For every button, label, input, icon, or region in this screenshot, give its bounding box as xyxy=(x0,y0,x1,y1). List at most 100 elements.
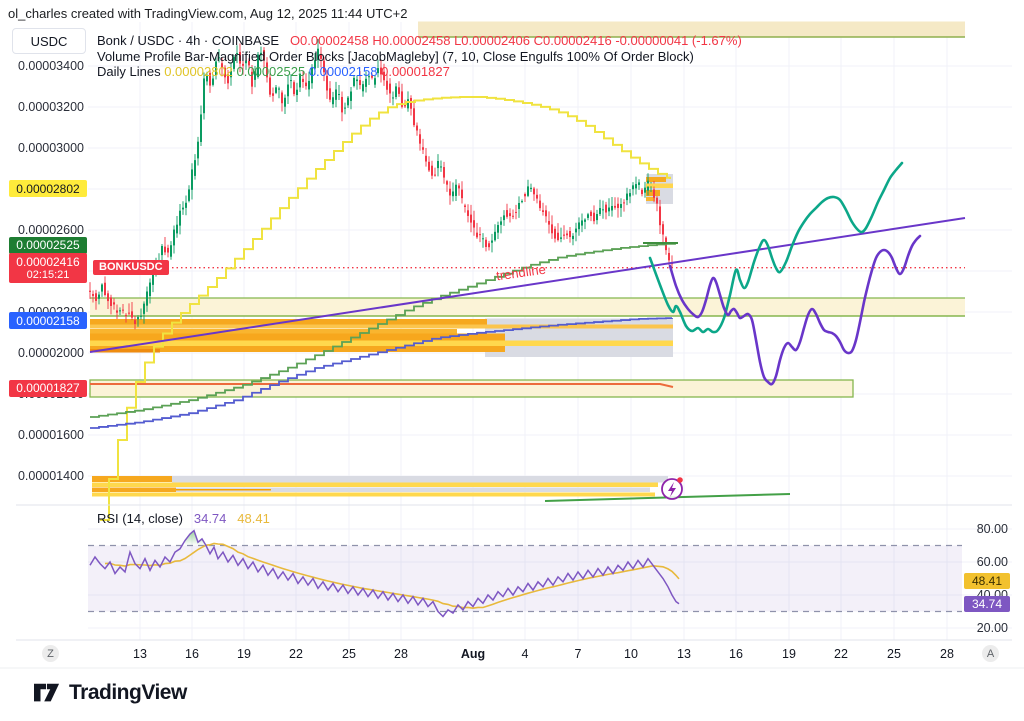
rsi-title[interactable]: RSI (14, close) xyxy=(97,511,183,526)
rsi-value: 34.74 xyxy=(194,511,227,526)
time-axis-tick: 19 xyxy=(782,647,796,661)
candle-body xyxy=(431,166,433,176)
price-axis-label: 0.00002600 xyxy=(0,223,84,237)
candle-body xyxy=(203,78,205,113)
candle-body xyxy=(170,245,172,257)
candle-body xyxy=(608,208,610,212)
rsi-legend[interactable]: RSI (14, close) 34.74 48.41 xyxy=(97,511,270,526)
candle-body xyxy=(590,212,592,216)
candle-body xyxy=(176,225,178,234)
candle-body xyxy=(296,90,298,95)
candle-body xyxy=(212,78,214,84)
volume-profile-bar xyxy=(172,476,668,483)
zone-band xyxy=(90,298,965,316)
daily-line-value: 0.00001827 xyxy=(378,64,450,79)
time-axis-tick: 28 xyxy=(940,647,954,661)
candle-body xyxy=(632,185,634,189)
candle-body xyxy=(461,190,463,199)
symbol-search-button[interactable]: USDC xyxy=(12,28,86,54)
candle-body xyxy=(560,237,562,239)
volume-profile-bar xyxy=(90,329,457,334)
volume-profile-bar xyxy=(92,493,655,497)
tradingview-published-chart: ol_charles created with TradingView.com,… xyxy=(0,0,1024,721)
candle-body xyxy=(128,313,130,314)
candle-body xyxy=(449,189,451,196)
time-axis-tick: 13 xyxy=(133,647,147,661)
volume-profile-bar xyxy=(92,483,658,488)
candle-body xyxy=(338,94,340,95)
time-axis-right-marker: A xyxy=(982,645,999,662)
legend-symbol-title[interactable]: Bonk / USDC · 4h · COINBASE xyxy=(97,33,279,48)
candle-body xyxy=(494,232,496,240)
candle-body xyxy=(107,293,109,301)
price-axis-badge: 0.00002802 xyxy=(9,180,87,197)
candle-body xyxy=(389,84,391,94)
candle-body xyxy=(569,231,571,237)
candle-body xyxy=(503,215,505,220)
symbol-price-label: BONKUSDC xyxy=(93,260,169,275)
rsi-ma-value: 48.41 xyxy=(237,511,270,526)
candle-body xyxy=(101,284,103,291)
candle-body xyxy=(281,93,283,104)
candle-body xyxy=(191,169,193,189)
candle-body xyxy=(119,310,121,311)
candle-body xyxy=(269,78,271,95)
candle-body xyxy=(173,230,175,246)
price-axis-label: 0.00001600 xyxy=(0,428,84,442)
candle-body xyxy=(443,167,445,178)
candle-body xyxy=(89,291,91,292)
candle-body xyxy=(428,162,430,171)
candle-body xyxy=(500,221,502,224)
candle-body xyxy=(626,194,628,201)
candle-body xyxy=(359,80,361,85)
candle-body xyxy=(455,185,457,196)
candle-body xyxy=(437,161,439,168)
candle-body xyxy=(416,126,418,131)
candle-body xyxy=(161,246,163,255)
candle-body xyxy=(308,81,310,89)
candle-body xyxy=(290,80,292,81)
time-axis-tick: 19 xyxy=(237,647,251,661)
candle-body xyxy=(137,317,139,319)
candle-body xyxy=(152,275,154,285)
candle-body xyxy=(302,79,304,82)
time-axis-tick: 13 xyxy=(677,647,691,661)
candle-body xyxy=(122,310,124,311)
candle-body xyxy=(563,235,565,236)
tradingview-logo[interactable]: TradingView xyxy=(34,680,187,706)
candle-body xyxy=(659,206,661,225)
candle-body xyxy=(422,147,424,149)
volume-profile-bar xyxy=(92,488,176,493)
candle-body xyxy=(566,233,568,235)
candle-body xyxy=(464,205,466,207)
candle-body xyxy=(518,203,520,209)
candle-body xyxy=(593,213,595,221)
candle-body xyxy=(353,78,355,86)
time-axis-tick: 10 xyxy=(624,647,638,661)
candle-body xyxy=(347,98,349,106)
legend-line-indicator[interactable]: Volume Profile Bar-Magnified Order Block… xyxy=(97,49,694,64)
candle-body xyxy=(602,209,604,210)
candle-body xyxy=(524,194,526,196)
chart-canvas[interactable] xyxy=(0,0,1024,721)
candle-body xyxy=(197,142,199,159)
ohlc-open: O0.00002458 xyxy=(290,33,369,48)
candle-body xyxy=(167,248,169,253)
price-axis-badge: 0.00002525 xyxy=(9,237,87,254)
time-axis-tick: 4 xyxy=(522,647,529,661)
candle-body xyxy=(536,195,538,199)
price-axis-badge: 0.0000241602:15:21 xyxy=(9,253,87,283)
rsi-band xyxy=(88,546,962,612)
candle-body xyxy=(656,198,658,204)
legend-line-daily-lines[interactable]: Daily Lines 0.00002802 0.00002525 0.0000… xyxy=(97,64,450,79)
legend-line-ohlc[interactable]: Bonk / USDC · 4h · COINBASE O0.00002458 … xyxy=(97,33,742,48)
candle-body xyxy=(509,213,511,216)
candle-body xyxy=(188,189,190,200)
time-axis-tick: Aug xyxy=(461,647,485,661)
candle-body xyxy=(425,156,427,162)
candle-body xyxy=(548,221,550,225)
daily-lines-label: Daily Lines xyxy=(97,64,161,79)
candle-body xyxy=(344,108,346,109)
candle-body xyxy=(605,205,607,213)
candle-body xyxy=(419,134,421,143)
